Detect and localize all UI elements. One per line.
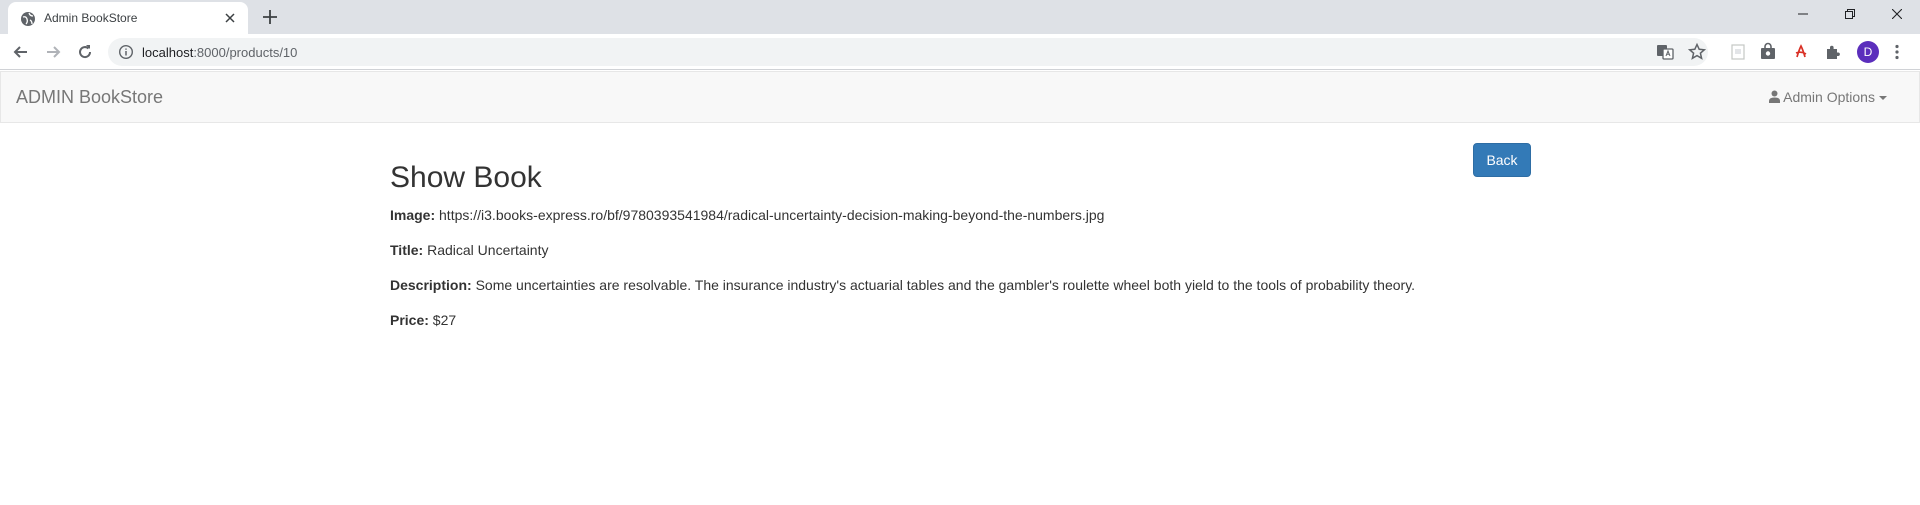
back-button[interactable]: Back — [1473, 143, 1531, 177]
profile-avatar[interactable]: D — [1857, 41, 1879, 63]
back-arrow-icon[interactable] — [11, 42, 31, 62]
title-value: Radical Uncertainty — [423, 242, 549, 258]
image-label: Image: — [390, 207, 436, 223]
url-host: localhost — [142, 45, 194, 60]
description-label: Description: — [390, 277, 472, 293]
tab-title: Admin BookStore — [44, 11, 138, 25]
restore-button[interactable] — [1827, 0, 1873, 30]
description-value: Some uncertainties are resolvable. The i… — [471, 277, 1416, 293]
more-menu-icon[interactable] — [1887, 42, 1907, 62]
page-title: Show Book — [390, 161, 542, 194]
pdf-extension-icon[interactable] — [1791, 42, 1811, 62]
browser-toolbar: localhost:8000/products/10 D — [0, 34, 1920, 70]
book-price-field: Price: $27 — [390, 312, 456, 328]
navbar-brand[interactable]: ADMIN BookStore — [16, 87, 163, 108]
title-label: Title: — [390, 242, 424, 258]
reload-icon[interactable] — [75, 42, 95, 62]
book-description-field: Description: Some uncertainties are reso… — [390, 277, 1415, 293]
admin-options-label: Admin Options — [1783, 89, 1875, 105]
price-label: Price: — [390, 312, 429, 328]
close-window-button[interactable] — [1874, 0, 1920, 30]
close-icon — [1892, 9, 1902, 19]
translate-icon[interactable] — [1655, 42, 1675, 62]
price-value: $27 — [428, 312, 457, 328]
minimize-icon — [1798, 13, 1808, 15]
user-icon — [1769, 90, 1780, 103]
image-value: https://i3.books-express.ro/bf/978039354… — [435, 207, 1105, 223]
url-path: :8000/products/10 — [193, 45, 298, 60]
extension-page-icon[interactable] — [1728, 42, 1748, 62]
book-title-field: Title: Radical Uncertainty — [390, 242, 548, 258]
site-info-icon[interactable] — [118, 44, 134, 60]
minimize-button[interactable] — [1780, 0, 1826, 30]
caret-down-icon — [1878, 96, 1887, 101]
url-text: localhost:8000/products/10 — [142, 45, 297, 60]
browser-tab-strip: Admin BookStore — [0, 0, 1920, 34]
app-navbar: ADMIN BookStore Admin Options — [0, 71, 1920, 123]
bookmark-star-icon[interactable] — [1687, 42, 1707, 62]
browser-tab[interactable]: Admin BookStore — [8, 2, 248, 34]
address-bar[interactable]: localhost:8000/products/10 — [108, 38, 1708, 66]
extensions-puzzle-icon[interactable] — [1823, 42, 1843, 62]
restore-icon — [1845, 9, 1855, 19]
shopping-bag-icon[interactable] — [1758, 42, 1778, 62]
forward-arrow-icon[interactable] — [43, 42, 63, 62]
book-image-field: Image: https://i3.books-express.ro/bf/97… — [390, 207, 1104, 223]
close-tab-icon[interactable] — [222, 10, 238, 26]
globe-icon — [21, 12, 35, 26]
new-tab-icon[interactable] — [261, 8, 279, 26]
admin-options-dropdown[interactable]: Admin Options — [1769, 89, 1887, 105]
